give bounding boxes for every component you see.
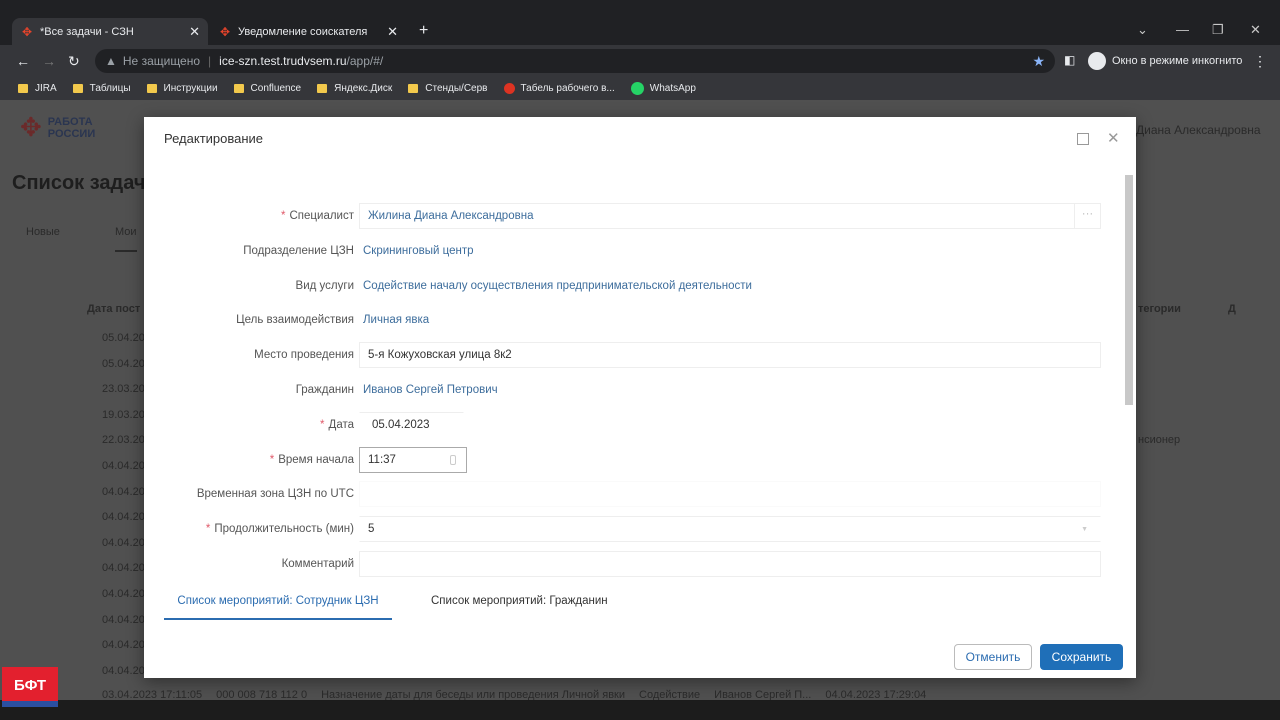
address-bar-row: ← → ↻ ▲ Не защищено | ice-szn.test.trudv… xyxy=(0,45,1280,77)
dialog-title: Редактирование xyxy=(164,131,264,146)
tab-all-tasks[interactable]: ✥ *Все задачи - СЗН ✕ xyxy=(12,18,208,45)
folder-icon xyxy=(72,84,83,93)
start-time-input[interactable]: 11:37 xyxy=(359,447,467,473)
bookmark-timesheet[interactable]: Табель рабочего в... xyxy=(503,83,615,94)
place-input[interactable]: 5-я Кожуховская улица 8к2 xyxy=(359,342,1101,368)
bookmark-stands[interactable]: Стенды/Серв xyxy=(408,83,488,94)
tab-mine[interactable]: Мои xyxy=(115,226,137,252)
close-window-icon[interactable]: ✕ xyxy=(1250,22,1261,38)
tab-search-icon[interactable]: ⌄ xyxy=(1137,22,1148,38)
bookmark-star-icon[interactable]: ★ xyxy=(1032,53,1045,70)
side-panel-icon[interactable]: ◧ xyxy=(1064,53,1075,67)
folder-icon xyxy=(408,84,419,93)
comment-input[interactable] xyxy=(359,551,1101,577)
bookmark-jira[interactable]: JIRA xyxy=(18,83,57,94)
date-input[interactable]: 05.04.2023 xyxy=(359,412,464,438)
specialist-input[interactable]: Жилина Диана Александровна ··· xyxy=(359,203,1101,229)
tab-notification[interactable]: ✥ Уведомление соискателя ✕ xyxy=(210,18,406,45)
bookmark-tables[interactable]: Таблицы xyxy=(72,83,131,94)
logo-icon: ✥ xyxy=(20,112,42,142)
duration-select[interactable]: 5 ▼ xyxy=(359,516,1101,542)
warning-icon: ▲ xyxy=(105,54,117,68)
close-tab-icon[interactable]: ✕ xyxy=(387,24,398,40)
restore-icon[interactable]: ❐ xyxy=(1212,22,1224,38)
field-citizen: Гражданин Иванов Сергей Петрович xyxy=(295,384,498,396)
site-favicon-icon: ✥ xyxy=(220,24,231,39)
tab-citizen-events[interactable]: Список мероприятий: Гражданин xyxy=(431,595,608,607)
cancel-button[interactable]: Отменить xyxy=(954,644,1032,670)
bookmark-whatsapp[interactable]: WhatsApp xyxy=(630,82,696,95)
bottom-bar xyxy=(0,700,1280,720)
page-title: Список задач xyxy=(12,172,146,194)
folder-icon xyxy=(233,84,244,93)
save-button[interactable]: Сохранить xyxy=(1040,644,1123,670)
menu-icon[interactable]: ⋮ xyxy=(1253,53,1267,70)
back-icon[interactable]: ← xyxy=(16,53,30,69)
new-tab-button[interactable]: + xyxy=(419,22,428,40)
field-service: Вид услуги Содействие началу осуществлени… xyxy=(295,280,752,292)
dropdown-arrow-icon: ▼ xyxy=(1081,525,1088,533)
folder-icon xyxy=(146,84,157,93)
tab-new[interactable]: Новые xyxy=(26,226,60,238)
timezone-input[interactable] xyxy=(359,481,1101,507)
folder-icon xyxy=(317,84,328,93)
maximize-icon[interactable] xyxy=(1077,133,1089,145)
field-purpose: Цель взаимодействия Личная явка xyxy=(236,314,430,326)
column-header-date[interactable]: Дата пост xyxy=(87,303,140,315)
browser-tab-bar: ✥ *Все задачи - СЗН ✕ ✥ Уведомление соис… xyxy=(0,0,1280,45)
category-cell: нсионер xyxy=(1138,434,1181,446)
scrollbar[interactable] xyxy=(1125,175,1133,405)
edit-dialog: Редактирование ✕ * Специалист Жилина Диан… xyxy=(144,117,1136,678)
j-icon xyxy=(503,83,515,94)
logo: ✥ РАБОТА РОССИИ xyxy=(20,112,96,142)
field-department: Подразделение ЦЗН Скрининговый центр xyxy=(243,245,474,257)
folder-icon xyxy=(18,84,28,93)
whatsapp-icon xyxy=(630,82,644,95)
field-start-time: * Время начала xyxy=(269,454,354,466)
user-menu[interactable]: Диана Александровна xyxy=(1136,123,1261,137)
bookmark-instructions[interactable]: Инструкции xyxy=(146,83,218,94)
table-row[interactable]: 03.04.2023 17:11:05 000 008 718 112 0 На… xyxy=(102,689,926,700)
minimize-icon[interactable]: — xyxy=(1176,22,1189,37)
lookup-ellipsis-icon[interactable]: ··· xyxy=(1074,204,1100,228)
incognito-badge[interactable]: Окно в режиме инкогнито xyxy=(1088,50,1242,72)
reload-icon[interactable]: ↻ xyxy=(68,53,80,70)
tab-employee-events[interactable]: Список мероприятий: Сотрудник ЦЗН xyxy=(164,595,392,620)
incognito-icon xyxy=(1088,52,1106,70)
bookmarks-bar: JIRA Таблицы Инструкции Confluence Яндек… xyxy=(0,77,1280,100)
column-header-d[interactable]: Д xyxy=(1228,303,1236,315)
site-favicon-icon: ✥ xyxy=(22,24,33,39)
bookmark-confluence[interactable]: Confluence xyxy=(233,83,301,94)
close-tab-icon[interactable]: ✕ xyxy=(189,24,200,40)
bookmark-yandex-disk[interactable]: Яндекс.Диск xyxy=(317,83,392,94)
close-icon[interactable]: ✕ xyxy=(1107,129,1120,147)
field-date: * Дата xyxy=(320,419,354,431)
column-header-category[interactable]: тегории xyxy=(1138,303,1181,315)
forward-icon[interactable]: → xyxy=(42,53,56,69)
time-spinner-icon[interactable] xyxy=(450,455,456,465)
url-input[interactable]: ▲ Не защищено | ice-szn.test.trudvsem.ru… xyxy=(95,49,1055,73)
bft-watermark-logo: БФТ xyxy=(2,667,58,707)
